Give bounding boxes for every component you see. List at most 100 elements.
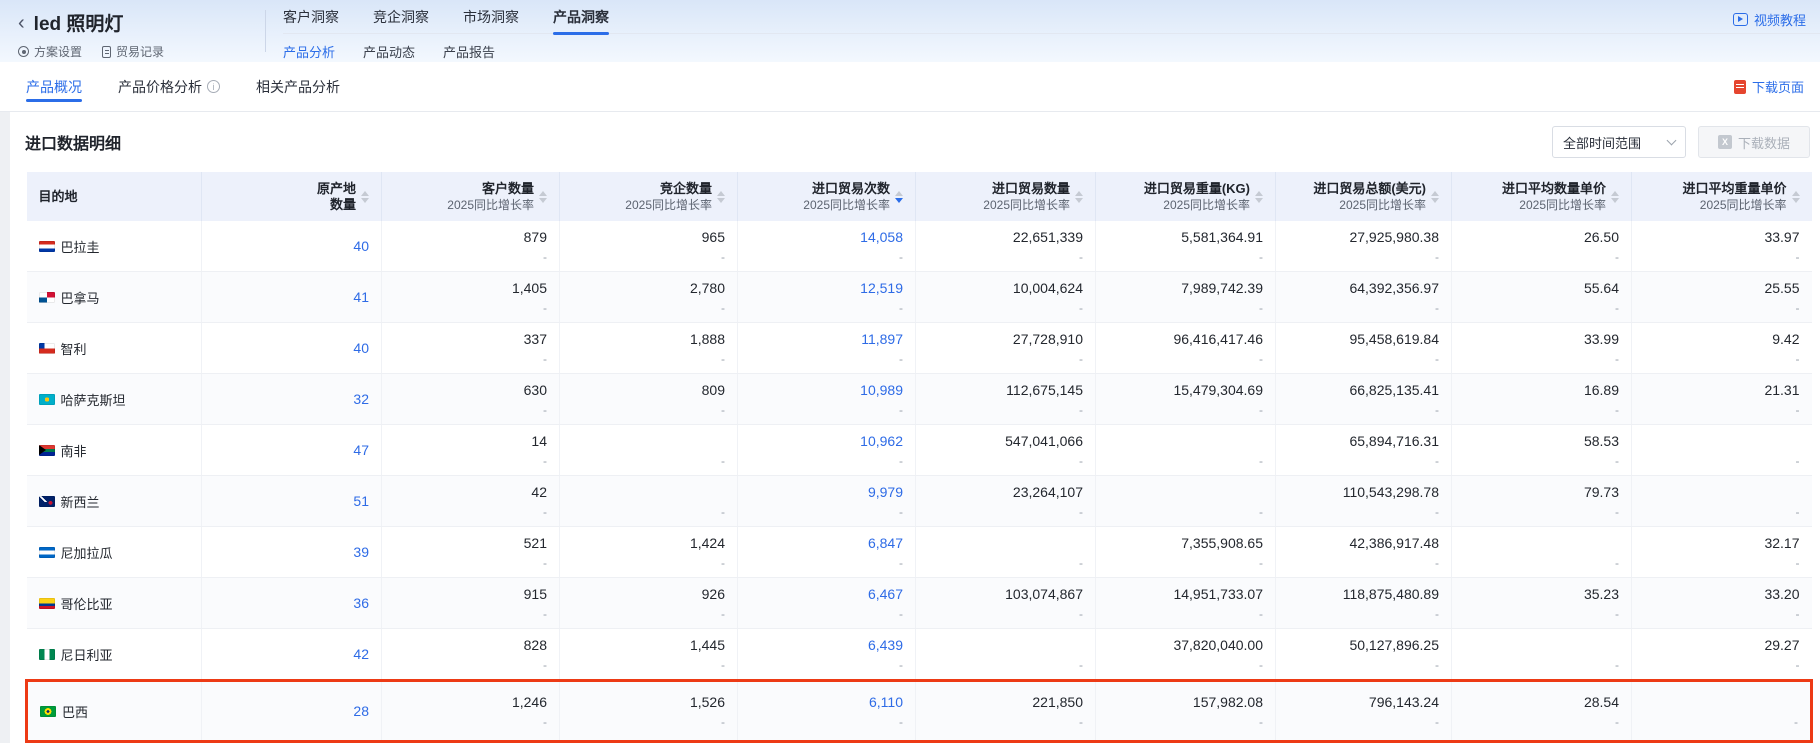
col-header-import-avg-weight-price[interactable]: 进口平均重量单价2025同比增长率 bbox=[1632, 172, 1812, 221]
cell-import-trade-weight-kg: - bbox=[1096, 476, 1276, 527]
top-tab-customer-insight[interactable]: 客户洞察 bbox=[283, 0, 339, 33]
col-header-import-trade-amount-usd[interactable]: 进口贸易总额(美元)2025同比增长率 bbox=[1276, 172, 1452, 221]
download-page-link[interactable]: 下载页面 bbox=[1734, 62, 1804, 111]
cell-value[interactable]: 11,897 bbox=[750, 329, 903, 349]
sort-icons[interactable] bbox=[717, 191, 725, 203]
flag-icon-pa bbox=[39, 292, 55, 303]
cell-import-avg-quantity-price: 58.53- bbox=[1452, 425, 1632, 476]
back-button[interactable]: ‹ bbox=[18, 13, 25, 33]
destination-content: 南非 bbox=[39, 441, 190, 460]
video-tutorial-link[interactable]: 视频教程 bbox=[1733, 10, 1820, 29]
origin-count-link[interactable]: 28 bbox=[353, 703, 369, 719]
cell-value: 10,004,624 bbox=[928, 278, 1083, 298]
cell-growth: - bbox=[394, 453, 547, 469]
origin-count-link[interactable]: 41 bbox=[353, 289, 369, 305]
scheme-settings-link[interactable]: 方案设置 bbox=[18, 43, 82, 60]
top-tab-competitor-insight[interactable]: 竞企洞察 bbox=[373, 0, 429, 33]
cell-value: 25.55 bbox=[1644, 278, 1800, 298]
cell-import-avg-weight-price: - bbox=[1632, 476, 1812, 527]
cell-value: 7,355,908.65 bbox=[1108, 533, 1263, 553]
cell-value[interactable]: 14,058 bbox=[750, 227, 903, 247]
sub-tab-product-report[interactable]: 产品报告 bbox=[443, 42, 495, 61]
download-data-button[interactable]: X 下载数据 bbox=[1698, 126, 1810, 158]
col-label: 进口平均数量单价 bbox=[1502, 180, 1606, 197]
content-card: 进口数据明细 全部时间范围 X 下载数据 目的地原产地数量客户数量2025同比增… bbox=[10, 112, 1820, 743]
cell-value[interactable]: 10,962 bbox=[750, 431, 903, 451]
cell-import-avg-quantity-price: 55.64- bbox=[1452, 272, 1632, 323]
sort-icons[interactable] bbox=[1255, 191, 1263, 203]
cell-destination: 哈萨克斯坦 bbox=[27, 374, 202, 425]
cell-value[interactable]: 6,467 bbox=[750, 584, 903, 604]
col-header-competitor-count[interactable]: 竞企数量2025同比增长率 bbox=[560, 172, 738, 221]
cell-value bbox=[1644, 692, 1798, 712]
cell-value: 66,825,135.41 bbox=[1288, 380, 1439, 400]
sort-icons[interactable] bbox=[361, 191, 369, 203]
sort-icons[interactable] bbox=[539, 191, 547, 203]
sub-tab-product-analysis[interactable]: 产品分析 bbox=[283, 42, 335, 61]
origin-count-link[interactable]: 40 bbox=[353, 238, 369, 254]
tab-product-overview[interactable]: 产品概况 bbox=[26, 62, 82, 111]
cell-competitor-count: 1,445- bbox=[560, 629, 738, 681]
cell-growth: - bbox=[1288, 606, 1439, 622]
col-sublabel: 2025同比增长率 bbox=[1144, 197, 1250, 213]
origin-count-link[interactable]: 51 bbox=[353, 493, 369, 509]
cell-growth: - bbox=[1644, 402, 1800, 418]
cell-origin-count: 28 bbox=[202, 681, 382, 742]
cell-competitor-count: 965- bbox=[560, 221, 738, 272]
flag-icon-nz bbox=[39, 496, 55, 507]
tab-product-price-analysis[interactable]: 产品价格分析i bbox=[118, 62, 220, 111]
origin-count-link[interactable]: 39 bbox=[353, 544, 369, 560]
cell-value[interactable]: 10,989 bbox=[750, 380, 903, 400]
banner-title-block: ‹ led 照明灯 方案设置 贸易记录 bbox=[0, 0, 265, 62]
top-tab-market-insight[interactable]: 市场洞察 bbox=[463, 0, 519, 33]
header-cell-labels: 原产地数量 bbox=[317, 180, 356, 213]
cell-value[interactable]: 6,847 bbox=[750, 533, 903, 553]
cell-import-trade-quantity: 112,675,145- bbox=[916, 374, 1096, 425]
tab-related-product-analysis[interactable]: 相关产品分析 bbox=[256, 62, 340, 111]
cell-value: 32.17 bbox=[1644, 533, 1800, 553]
cell-value: 547,041,066 bbox=[928, 431, 1083, 451]
origin-count-link[interactable]: 47 bbox=[353, 442, 369, 458]
cell-origin-count: 41 bbox=[202, 272, 382, 323]
top-tab-product-insight[interactable]: 产品洞察 bbox=[553, 0, 609, 33]
cell-growth: - bbox=[1464, 657, 1619, 673]
cell-value[interactable]: 12,519 bbox=[750, 278, 903, 298]
cell-customer-count: 879- bbox=[382, 221, 560, 272]
cell-competitor-count: 1,424- bbox=[560, 527, 738, 578]
trade-records-link[interactable]: 贸易记录 bbox=[102, 43, 164, 60]
cell-value[interactable]: 9,979 bbox=[750, 482, 903, 502]
cell-value: 1,526 bbox=[572, 692, 725, 712]
col-label: 进口平均重量单价 bbox=[1682, 180, 1786, 197]
cell-value[interactable]: 6,110 bbox=[750, 692, 903, 712]
sort-icons[interactable] bbox=[1431, 191, 1439, 203]
origin-count-link[interactable]: 36 bbox=[353, 595, 369, 611]
sort-icons[interactable] bbox=[895, 191, 903, 203]
col-header-import-avg-quantity-price[interactable]: 进口平均数量单价2025同比增长率 bbox=[1452, 172, 1632, 221]
time-range-select[interactable]: 全部时间范围 bbox=[1552, 126, 1686, 158]
sort-icons[interactable] bbox=[1611, 191, 1619, 203]
col-header-customer-count[interactable]: 客户数量2025同比增长率 bbox=[382, 172, 560, 221]
cell-growth: - bbox=[572, 453, 725, 469]
cell-destination: 巴西 bbox=[27, 681, 202, 742]
sort-asc-icon bbox=[1255, 191, 1263, 196]
cell-competitor-count: - bbox=[560, 476, 738, 527]
sort-icons[interactable] bbox=[1075, 191, 1083, 203]
cell-growth: - bbox=[1108, 453, 1263, 469]
header-cell-labels: 进口贸易数量2025同比增长率 bbox=[983, 180, 1070, 213]
origin-count-link[interactable]: 32 bbox=[353, 391, 369, 407]
origin-count-link[interactable]: 40 bbox=[353, 340, 369, 356]
origin-count-link[interactable]: 42 bbox=[353, 646, 369, 662]
cell-growth: - bbox=[1108, 657, 1263, 673]
header-cell-content: 竞企数量2025同比增长率 bbox=[572, 180, 725, 213]
sub-tab-product-trends[interactable]: 产品动态 bbox=[363, 42, 415, 61]
sort-icons[interactable] bbox=[1792, 191, 1800, 203]
col-header-import-trade-weight-kg[interactable]: 进口贸易重量(KG)2025同比增长率 bbox=[1096, 172, 1276, 221]
cell-value: 112,675,145 bbox=[928, 380, 1083, 400]
cell-value: 630 bbox=[394, 380, 547, 400]
cell-value[interactable]: 6,439 bbox=[750, 635, 903, 655]
col-header-import-trade-quantity[interactable]: 进口贸易数量2025同比增长率 bbox=[916, 172, 1096, 221]
col-header-import-trade-times[interactable]: 进口贸易次数2025同比增长率 bbox=[738, 172, 916, 221]
header-cell-content: 目的地 bbox=[39, 188, 190, 205]
flag-icon-cl bbox=[39, 343, 55, 354]
col-header-origin-count[interactable]: 原产地数量 bbox=[202, 172, 382, 221]
